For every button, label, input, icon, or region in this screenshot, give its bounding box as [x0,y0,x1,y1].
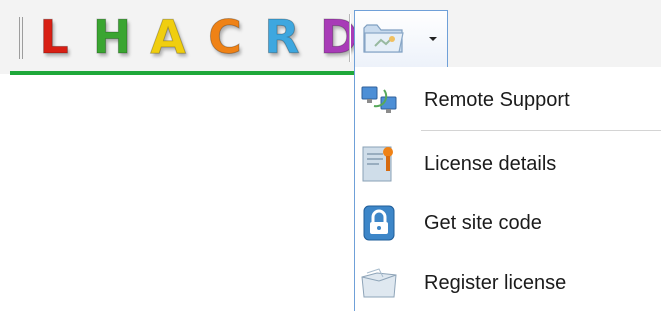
menu-item-label: License details [424,153,557,175]
dropdown-menu: Remote Support License details Get site … [354,67,661,311]
letter-button-r[interactable]: R [259,12,305,63]
toolbar-separator [349,14,350,62]
toolbar: L H A C R D [0,0,661,75]
menu-item-remote-support[interactable]: Remote Support [355,75,661,125]
menu-item-label: Register license [424,272,567,294]
remote-support-icon [361,86,397,113]
menu-item-label: Get site code [424,212,542,234]
menu-item-label: Remote Support [424,89,570,111]
menu-item-get-site-code[interactable]: Get site code [355,198,661,248]
chevron-down-icon[interactable] [429,37,437,41]
letter-button-h[interactable]: H [89,12,135,63]
menu-separator [421,130,661,131]
active-underline [10,71,356,75]
toolbar-grip[interactable] [19,17,25,59]
menu-item-register-license[interactable]: Register license [355,258,661,308]
menu-item-license-details[interactable]: License details [355,139,661,189]
license-details-icon [362,146,393,182]
letter-button-c[interactable]: C [202,12,248,63]
letter-button-l[interactable]: L [31,12,77,63]
lock-icon [363,205,395,241]
register-folder-icon [361,268,397,298]
folder-dropdown-button[interactable] [354,10,448,67]
letter-button-a[interactable]: A [145,12,191,63]
folder-icon [363,24,404,53]
